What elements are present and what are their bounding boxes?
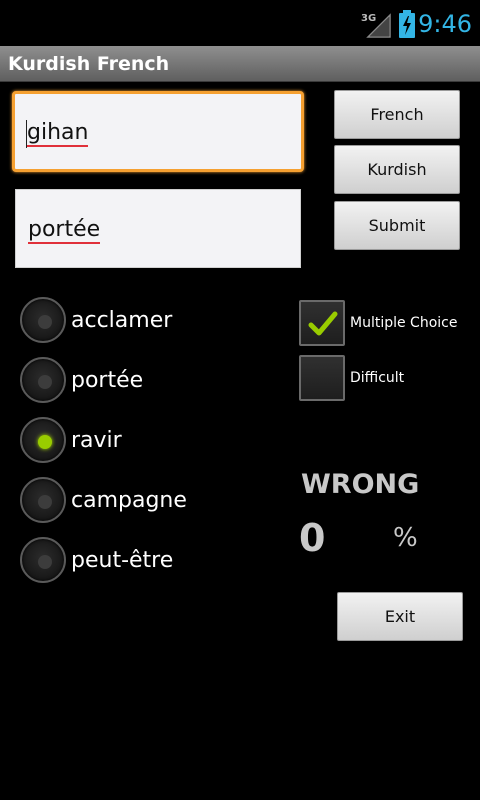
radio-button bbox=[20, 537, 66, 583]
radio-button bbox=[20, 297, 66, 343]
french-button[interactable]: French bbox=[334, 90, 460, 139]
network-type-label: 3G bbox=[361, 13, 376, 24]
choice-radio-campagne[interactable]: campagne bbox=[20, 477, 280, 525]
signal-3g-icon: 3G bbox=[360, 10, 392, 38]
radio-indicator bbox=[38, 495, 52, 509]
choice-radio-acclamer[interactable]: acclamer bbox=[20, 297, 280, 345]
choice-label: acclamer bbox=[71, 308, 173, 333]
choice-label: peut-être bbox=[71, 548, 174, 573]
multiple-choice-checkbox[interactable]: Multiple Choice bbox=[299, 300, 469, 346]
choice-radio-ravir[interactable]: ravir bbox=[20, 417, 280, 465]
score-unit: % bbox=[393, 523, 418, 553]
checkbox-box bbox=[299, 300, 345, 346]
radio-indicator bbox=[38, 555, 52, 569]
exit-button[interactable]: Exit bbox=[337, 592, 463, 641]
score-value: 0 bbox=[299, 516, 326, 560]
difficult-label: Difficult bbox=[350, 370, 405, 386]
radio-button bbox=[20, 417, 66, 463]
checkmark-icon bbox=[308, 311, 338, 336]
kurdish-button[interactable]: Kurdish bbox=[334, 145, 460, 194]
radio-button bbox=[20, 477, 66, 523]
choice-label: campagne bbox=[71, 488, 187, 513]
battery-charging-icon bbox=[398, 10, 416, 38]
french-word-input[interactable]: portée bbox=[15, 189, 301, 268]
status-clock: 9:46 bbox=[418, 10, 472, 38]
choice-radio-portee[interactable]: portée bbox=[20, 357, 280, 405]
kurdish-word-input[interactable]: gihan bbox=[12, 91, 304, 172]
result-status: WRONG bbox=[301, 469, 420, 500]
radio-indicator bbox=[38, 315, 52, 329]
radio-button bbox=[20, 357, 66, 403]
checkbox-box bbox=[299, 355, 345, 401]
choice-label: portée bbox=[71, 368, 144, 393]
french-word-value: portée bbox=[28, 217, 101, 244]
choice-label: ravir bbox=[71, 428, 122, 453]
radio-indicator bbox=[38, 375, 52, 389]
radio-indicator-selected bbox=[38, 435, 52, 449]
status-bar: 3G 9:46 bbox=[0, 0, 480, 46]
submit-button[interactable]: Submit bbox=[334, 201, 460, 250]
title-bar: Kurdish French bbox=[0, 46, 480, 82]
choice-radio-peut-etre[interactable]: peut-être bbox=[20, 537, 280, 585]
app-title: Kurdish French bbox=[8, 53, 170, 75]
multiple-choice-label: Multiple Choice bbox=[350, 315, 458, 331]
kurdish-word-value: gihan bbox=[27, 120, 89, 147]
difficult-checkbox[interactable]: Difficult bbox=[299, 355, 469, 401]
